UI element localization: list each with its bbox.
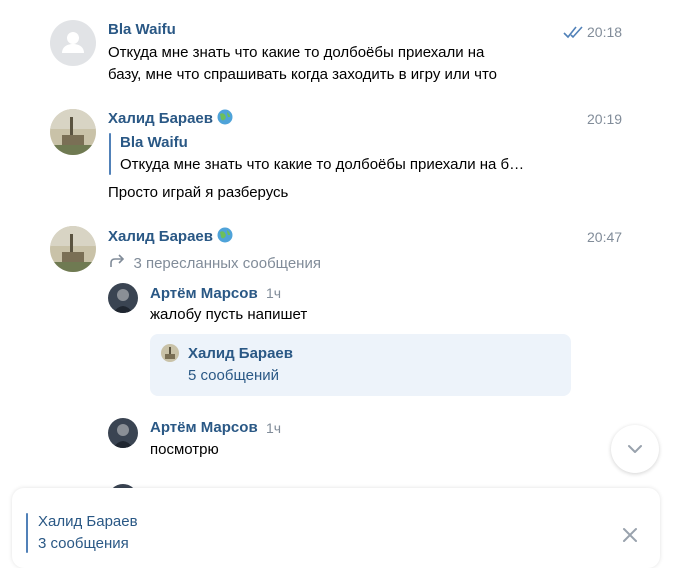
message-text-line: Откуда мне знать что какие то долбоёбы п… — [108, 44, 485, 61]
nested-forward-card[interactable]: Халид Бараев 5 сообщений — [150, 334, 571, 396]
forwarded-label: 3 пересланных сообщения — [133, 255, 321, 272]
forwarded-author[interactable]: Артём Марсов — [150, 285, 258, 302]
close-icon[interactable] — [620, 525, 640, 545]
user-icon — [62, 32, 84, 53]
avatar-mosque[interactable] — [50, 109, 96, 155]
avatar-mosque[interactable] — [50, 226, 96, 272]
forwarded-text: посмотрю — [150, 441, 219, 458]
message-author[interactable]: Халид Бараев — [108, 109, 233, 127]
reply-author[interactable]: Bla Waifu — [120, 134, 188, 151]
forward-preview-panel: Халид Бараев 3 сообщения — [12, 488, 660, 568]
message-author[interactable]: Bla Waifu — [108, 21, 176, 38]
message-author[interactable]: Халид Бараев — [108, 227, 233, 245]
message-text: Просто играй я разберусь — [108, 184, 289, 201]
forwarded-time: 1ч — [266, 285, 282, 301]
card-count: 5 сообщений — [188, 367, 280, 384]
forwarded-time: 1ч — [266, 420, 282, 436]
avatar-forwarded-author[interactable] — [108, 418, 138, 448]
message-time: 20:19 — [587, 111, 623, 127]
scroll-down-button[interactable] — [611, 425, 659, 473]
avatar-placeholder[interactable] — [50, 20, 96, 66]
chevron-down-icon — [628, 445, 642, 453]
avatar-forwarded-author[interactable] — [108, 283, 138, 313]
reply-bar — [109, 133, 111, 175]
globe-icon — [217, 227, 233, 243]
preview-bar — [26, 513, 28, 553]
forwarded-author[interactable]: Артём Марсов — [150, 419, 258, 436]
preview-author: Халид Бараев — [38, 513, 138, 530]
reply-text[interactable]: Откуда мне знать что какие то долбоёбы п… — [120, 154, 524, 176]
forward-arrow-icon — [110, 254, 125, 267]
card-author: Халид Бараев — [188, 345, 293, 362]
forwarded-header[interactable]: 3 пересланных сообщения — [108, 254, 321, 273]
globe-icon — [217, 109, 233, 125]
forwarded-text: жалобу пусть напишет — [150, 306, 308, 323]
preview-subtitle: 3 сообщения — [38, 535, 129, 552]
message-time: 20:47 — [587, 229, 623, 245]
avatar-mosque-small — [161, 344, 179, 362]
message-time: 20:18 — [587, 24, 623, 40]
message-text-line: базу, мне что спрашивать когда заходить … — [108, 66, 498, 83]
read-double-check-icon — [563, 26, 583, 39]
